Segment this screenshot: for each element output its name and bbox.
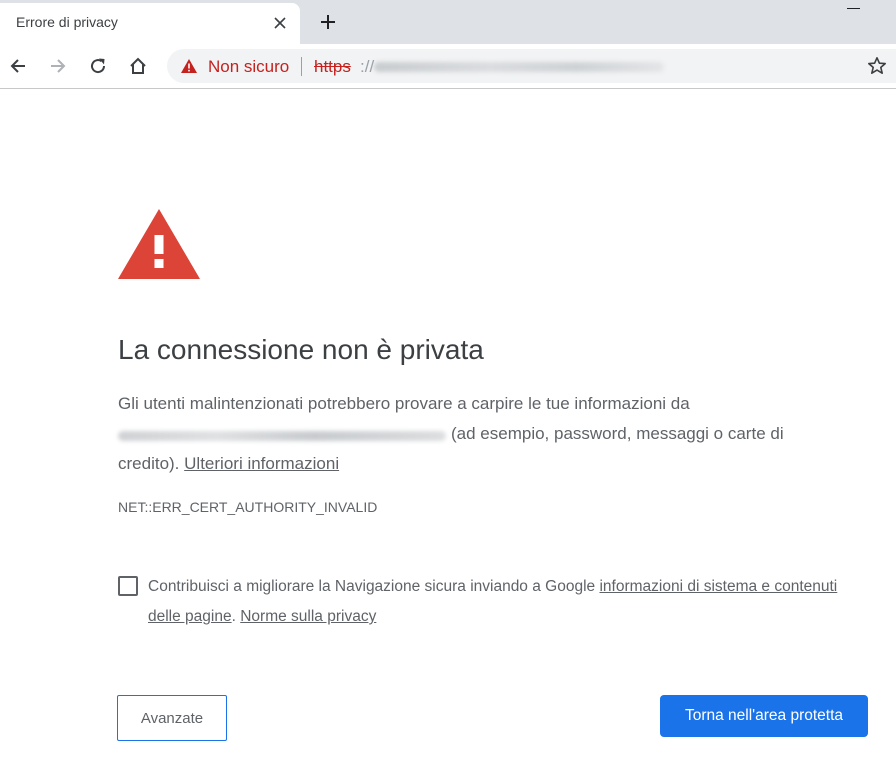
back-button[interactable] bbox=[4, 52, 32, 80]
home-button[interactable] bbox=[124, 52, 152, 80]
star-icon bbox=[868, 57, 886, 74]
safe-browsing-optin-checkbox[interactable] bbox=[118, 576, 138, 596]
hostname-redacted bbox=[118, 431, 446, 441]
minimize-icon bbox=[847, 8, 860, 9]
optin-text-prefix: Contribuisci a migliorare la Navigazione… bbox=[148, 578, 596, 595]
optin-separator: . bbox=[231, 608, 236, 625]
explanation-line-2: (ad esempio, password, messaggi o carte … bbox=[451, 424, 784, 443]
new-tab-button[interactable] bbox=[314, 9, 342, 37]
browser-toolbar: Non sicuro https :// bbox=[0, 44, 896, 89]
bookmark-button[interactable] bbox=[865, 54, 889, 78]
home-icon bbox=[130, 57, 146, 74]
arrow-right-icon bbox=[51, 59, 66, 73]
back-to-safety-button[interactable]: Torna nell'area protetta bbox=[660, 695, 868, 737]
explanation-line-3: credito). Ulteriori informazioni bbox=[118, 449, 339, 479]
close-icon bbox=[274, 17, 286, 29]
omnibox[interactable]: Non sicuro https :// bbox=[167, 49, 896, 83]
privacy-policy-link[interactable]: Norme sulla privacy bbox=[240, 608, 376, 625]
learn-more-link[interactable]: Ulteriori informazioni bbox=[184, 454, 339, 473]
plus-icon bbox=[321, 15, 335, 29]
arrow-left-icon bbox=[10, 59, 25, 73]
error-code: NET::ERR_CERT_AUTHORITY_INVALID bbox=[118, 499, 378, 515]
tab-close-button[interactable] bbox=[268, 11, 292, 35]
url-scheme: https bbox=[314, 57, 351, 76]
reload-button[interactable] bbox=[84, 52, 112, 80]
explanation-line-1: Gli utenti malintenzionati potrebbero pr… bbox=[118, 394, 690, 413]
forward-button[interactable] bbox=[44, 52, 72, 80]
security-status-label[interactable]: Non sicuro bbox=[208, 57, 289, 77]
page-title: La connessione non è privata bbox=[118, 334, 484, 365]
tab-strip: Errore di privacy bbox=[0, 0, 896, 44]
safe-browsing-optin-label: Contribuisci a migliorare la Navigazione… bbox=[148, 572, 848, 632]
tab-title: Errore di privacy bbox=[16, 14, 118, 30]
advanced-button[interactable]: Avanzate bbox=[117, 695, 227, 741]
tab-active[interactable]: Errore di privacy bbox=[0, 3, 300, 44]
url-scheme-separator: :// bbox=[360, 57, 375, 76]
warning-triangle-icon bbox=[181, 59, 197, 73]
alert-triangle-icon bbox=[118, 209, 200, 279]
url-host-redacted bbox=[374, 62, 664, 72]
reload-icon bbox=[91, 58, 106, 74]
window-minimize-button[interactable] bbox=[842, 0, 866, 20]
explanation-line-3-prefix: credito). bbox=[118, 454, 180, 473]
omnibox-separator bbox=[301, 57, 302, 76]
